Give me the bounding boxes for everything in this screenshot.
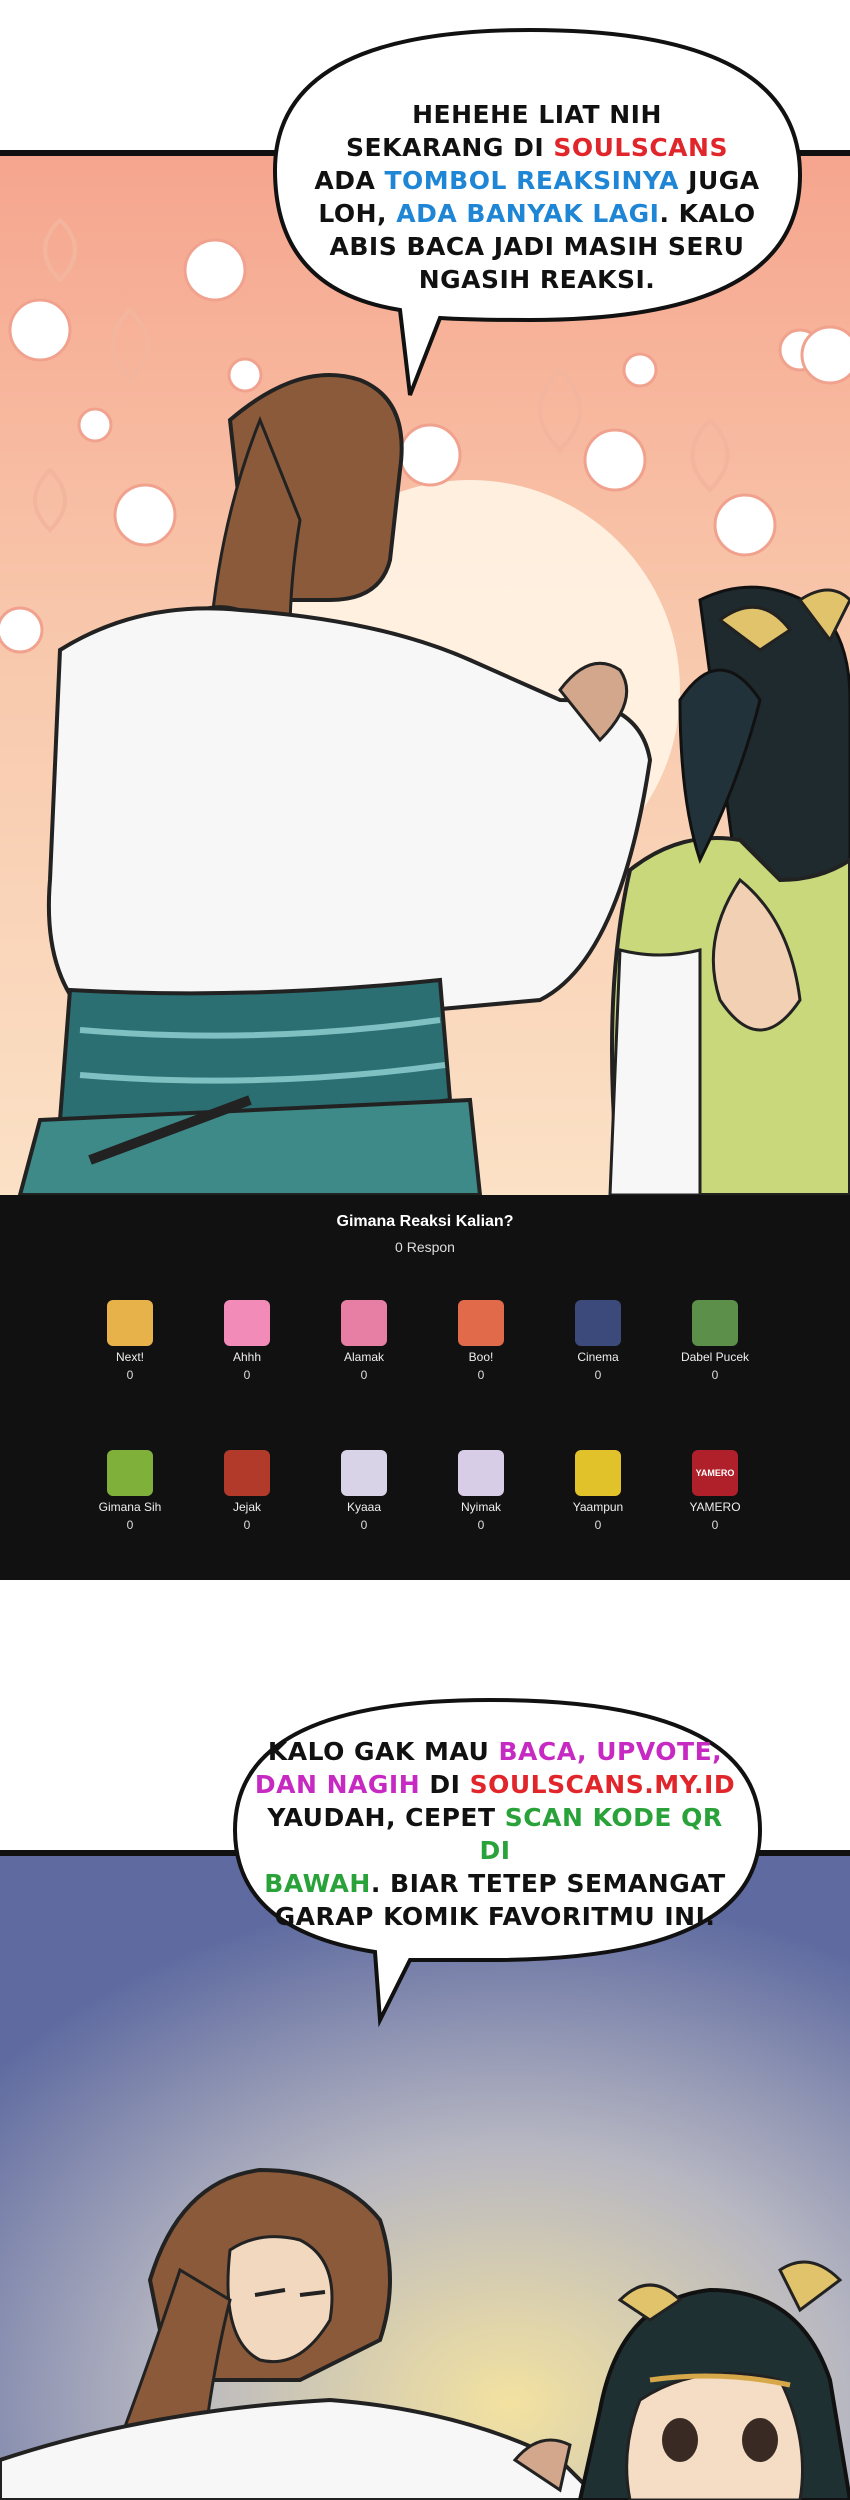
hamster-icon <box>107 1300 153 1346</box>
crying-girl-icon <box>341 1450 387 1496</box>
reaction-label: Next! <box>115 1350 144 1364</box>
bubble-text-segment: HEHEHE LIAT NIH <box>412 100 662 129</box>
reaction-label: Cinema <box>577 1350 619 1364</box>
pink-blob-icon <box>224 1300 270 1346</box>
reaction-label: Kyaaa <box>346 1500 382 1514</box>
reaction-kyaaa[interactable]: Kyaaa 0 <box>314 1450 414 1532</box>
bubble-line: BAWAH. BIAR TETEP SEMANGAT <box>250 1867 740 1900</box>
green-face-icon <box>107 1450 153 1496</box>
reaction-label: Alamak <box>343 1350 384 1364</box>
bubble-text-segment: ADA <box>314 166 385 195</box>
bubble-text-segment: JUGA <box>678 166 760 195</box>
reaction-alamak[interactable]: Alamak 0 <box>314 1300 414 1382</box>
reactions-title: Gimana Reaksi Kalian? <box>336 1213 514 1230</box>
bubble-line: GARAP KOMIK FAVORITMU INI. <box>250 1900 740 1933</box>
reaction-label: YAMERO <box>689 1500 741 1514</box>
reaction-count: 0 <box>477 1368 485 1382</box>
reaction-boo[interactable]: Boo! 0 <box>431 1300 531 1382</box>
bubble-text-segment: YAUDAH, CEPET <box>267 1803 505 1832</box>
reaction-count: 0 <box>360 1518 368 1532</box>
starfish-icon <box>458 1300 504 1346</box>
reaction-label: Gimana Sih <box>98 1500 162 1514</box>
reactions-widget: Gimana Reaksi Kalian? 0 Respon Next! 0 Ahh… <box>0 1195 850 1580</box>
bubble-line: DAN NAGIH DI SOULSCANS.MY.ID <box>250 1768 740 1801</box>
bubble-line: ADA TOMBOL REAKSINYA JUGA <box>292 164 782 197</box>
reaction-label: Boo! <box>468 1350 494 1364</box>
bubble-text-segment: LOH, <box>318 199 397 228</box>
bubble-text-segment: DAN NAGIH <box>254 1770 421 1799</box>
bubble-text-segment: BAWAH <box>264 1869 371 1898</box>
pink-hair-girl-icon <box>341 1300 387 1346</box>
girl-character <box>577 2260 850 2500</box>
speech-bubble-top-text: HEHEHE LIAT NIH SEKARANG DI SOULSCANS ADA … <box>292 98 782 296</box>
reaction-count: 0 <box>477 1518 485 1532</box>
reaction-cinema[interactable]: Cinema 0 <box>548 1300 648 1382</box>
reaction-label: Dabel Pucek <box>680 1350 750 1364</box>
bubble-text-segment: . KALO <box>659 199 756 228</box>
bubble-line: LOH, ADA BANYAK LAGI. KALO <box>292 197 782 230</box>
white-hair-girl-icon <box>458 1450 504 1496</box>
reaction-count: 0 <box>711 1518 719 1532</box>
reaction-label: Jejak <box>232 1500 261 1514</box>
reaction-dabel-pucek[interactable]: Dabel Pucek 0 <box>665 1300 765 1382</box>
reaction-count: 0 <box>594 1518 602 1532</box>
comic-art-bottom <box>0 1580 850 2500</box>
bubble-line: YAUDAH, CEPET SCAN KODE QR DI <box>250 1801 740 1867</box>
speech-bubble-bottom-text: KALO GAK MAU BACA, UPVOTE, DAN NAGIH DI S… <box>250 1735 740 1933</box>
bubble-line: HEHEHE LIAT NIH <box>292 98 782 131</box>
reaction-jejak[interactable]: Jejak 0 <box>197 1450 297 1532</box>
reaction-label: Nyimak <box>460 1500 501 1514</box>
yamero-icon: YAMERO <box>692 1450 738 1496</box>
bubble-text-segment: KALO GAK MAU <box>267 1737 499 1766</box>
bubble-line: ABIS BACA JADI MASIH SERU <box>292 230 782 263</box>
reaction-nyimak[interactable]: Nyimak 0 <box>431 1450 531 1532</box>
reaction-count: 0 <box>243 1368 251 1382</box>
frog-icon <box>692 1300 738 1346</box>
bubble-text-segment: SEKARANG DI <box>346 133 554 162</box>
bubble-text-segment: TOMBOL REAKSINYA <box>384 166 679 195</box>
reaction-gimana-sih[interactable]: Gimana Sih 0 <box>80 1450 180 1532</box>
bubble-line: KALO GAK MAU BACA, UPVOTE, <box>250 1735 740 1768</box>
bubble-text-segment: GARAP KOMIK FAVORITMU INI. <box>274 1902 716 1931</box>
bubble-text-segment: ABIS BACA JADI MASIH SERU <box>329 232 745 261</box>
bubble-text-segment: NGASIH REAKSI. <box>418 265 656 294</box>
reaction-count: 0 <box>711 1368 719 1382</box>
bubble-text-segment: SOULSCANS <box>553 133 728 162</box>
bubble-text-segment: . BIAR TETEP SEMANGAT <box>370 1869 726 1898</box>
bubble-text-segment: SOULSCANS.MY.ID <box>469 1770 736 1799</box>
reaction-yamero[interactable]: YAMERO YAMERO 0 <box>665 1450 765 1532</box>
reaction-next[interactable]: Next! 0 <box>80 1300 180 1382</box>
bubble-text-segment: SCAN KODE QR DI <box>479 1803 723 1865</box>
comic-panel-top: HEHEHE LIAT NIH SEKARANG DI SOULSCANS ADA … <box>0 0 850 1195</box>
reaction-yaampun[interactable]: Yaampun 0 <box>548 1450 648 1532</box>
footprints-icon <box>224 1450 270 1496</box>
reactions-response-count: 0 Respon <box>395 1239 455 1255</box>
bubble-text-segment: BACA, UPVOTE, <box>498 1737 723 1766</box>
comic-panel-bottom <box>0 1580 850 2500</box>
yellow-helmet-icon <box>575 1450 621 1496</box>
reaction-count: 0 <box>126 1368 134 1382</box>
reaction-count: 0 <box>243 1518 251 1532</box>
reaction-count: 0 <box>360 1368 368 1382</box>
reaction-label: Yaampun <box>572 1500 624 1514</box>
reaction-count: 0 <box>594 1368 602 1382</box>
dark-hair-character-icon <box>575 1300 621 1346</box>
reaction-count: 0 <box>126 1518 134 1532</box>
reaction-label: Ahhh <box>232 1350 262 1364</box>
reaction-ahhh[interactable]: Ahhh 0 <box>197 1300 297 1382</box>
bubble-text-segment: DI <box>420 1770 470 1799</box>
bubble-line: SEKARANG DI SOULSCANS <box>292 131 782 164</box>
bubble-text-segment: ADA BANYAK LAGI <box>396 199 660 228</box>
bubble-line: NGASIH REAKSI. <box>292 263 782 296</box>
